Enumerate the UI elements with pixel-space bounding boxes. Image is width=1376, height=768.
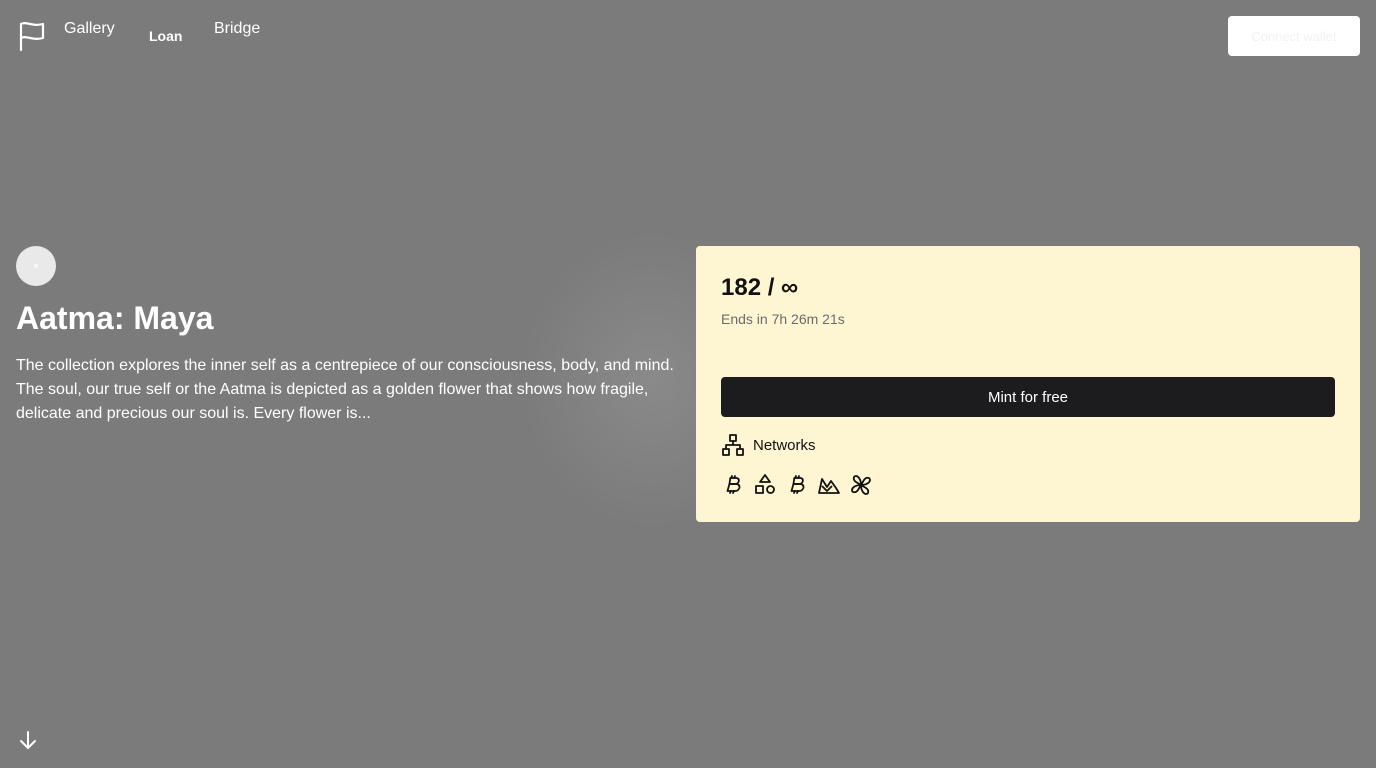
shapes-icon[interactable] xyxy=(753,472,777,498)
network-icon xyxy=(722,434,744,456)
networks-header: Networks xyxy=(721,433,816,457)
nav-gallery[interactable]: Gallery xyxy=(64,20,115,38)
nav-loan[interactable]: Loan xyxy=(149,28,182,44)
mountain-icon[interactable] xyxy=(817,472,841,498)
bitcoin-icon[interactable] xyxy=(721,472,745,498)
flag-logo-icon[interactable] xyxy=(18,21,46,51)
mint-card: 182 / ∞ Ends in 7h 26m 21s Mint for free… xyxy=(696,246,1360,522)
pinwheel-icon[interactable] xyxy=(849,472,873,498)
nav-bridge[interactable]: Bridge xyxy=(214,20,260,38)
collection-avatar xyxy=(16,246,56,286)
mint-countdown: Ends in 7h 26m 21s xyxy=(721,311,845,327)
bitcoin-icon[interactable] xyxy=(785,472,809,498)
arrow-down-icon[interactable] xyxy=(17,729,39,751)
collection-title: Aatma: Maya xyxy=(16,300,214,336)
network-list xyxy=(721,472,873,498)
mint-button[interactable]: Mint for free xyxy=(721,377,1335,417)
networks-label: Networks xyxy=(753,436,816,454)
connect-wallet-button[interactable]: Connect wallet xyxy=(1228,16,1360,56)
mint-count: 182 / ∞ xyxy=(721,274,799,301)
collection-description: The collection explores the inner self a… xyxy=(16,357,674,422)
